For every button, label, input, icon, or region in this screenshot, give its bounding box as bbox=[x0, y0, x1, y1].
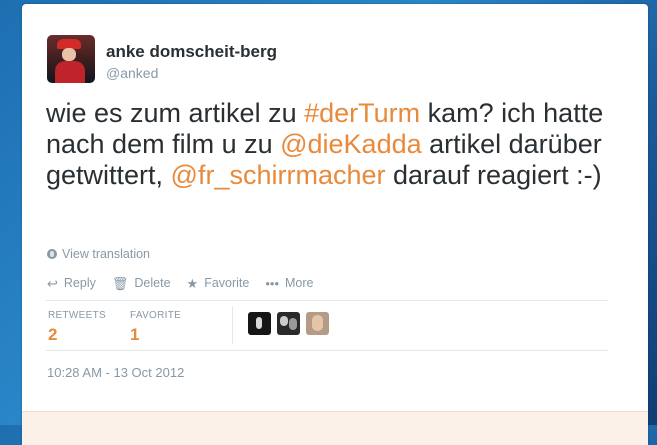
favoriter-avatars bbox=[248, 312, 329, 335]
delete-button[interactable]: 🗑︎ Delete bbox=[112, 276, 171, 290]
reply-box[interactable] bbox=[22, 411, 648, 445]
retweets-label: RETWEETS bbox=[48, 310, 106, 321]
tweet-text-part: wie es zum artikel zu bbox=[46, 98, 305, 128]
tweet-card: anke domscheit-berg @anked wie es zum ar… bbox=[22, 4, 648, 445]
more-label: More bbox=[285, 276, 314, 290]
delete-label: Delete bbox=[134, 276, 171, 290]
favoriter-avatar[interactable] bbox=[277, 312, 300, 335]
reply-label: Reply bbox=[63, 276, 96, 290]
favoriter-avatar[interactable] bbox=[306, 312, 329, 335]
tweet-stats: RETWEETS 2 FAVORITE 1 bbox=[46, 300, 608, 350]
reply-button[interactable]: ↩ Reply bbox=[47, 276, 96, 290]
hashtag-link[interactable]: #derTurm bbox=[304, 98, 420, 128]
view-translation-label: View translation bbox=[62, 247, 151, 261]
mention-link[interactable]: @dieKadda bbox=[280, 129, 422, 159]
stats-separator bbox=[232, 306, 233, 344]
favorite-button[interactable]: ★ Favorite bbox=[187, 276, 250, 290]
favorites-stat[interactable]: FAVORITE 1 bbox=[130, 310, 181, 345]
avatar-body bbox=[55, 61, 85, 83]
favorites-label: FAVORITE bbox=[130, 310, 182, 321]
tweet-actions: ↩ Reply 🗑︎ Delete ★ Favorite ••• More bbox=[47, 276, 313, 290]
divider bbox=[46, 350, 608, 351]
favorites-count: 1 bbox=[130, 325, 140, 344]
retweets-count: 2 bbox=[48, 325, 58, 344]
reply-icon: ↩ bbox=[47, 275, 58, 291]
favorite-label: Favorite bbox=[204, 276, 250, 290]
tweet-timestamp[interactable]: 10:28 AM - 13 Oct 2012 bbox=[47, 365, 184, 380]
favoriter-avatar[interactable] bbox=[248, 312, 271, 335]
ellipsis-icon: ••• bbox=[265, 275, 279, 291]
view-translation-link[interactable]: View translation bbox=[47, 247, 150, 261]
avatar-face bbox=[62, 48, 76, 61]
star-icon: ★ bbox=[186, 275, 199, 291]
retweets-stat[interactable]: RETWEETS 2 bbox=[48, 310, 106, 345]
tweet-text-part: darauf reagiert :-) bbox=[385, 160, 602, 190]
more-button[interactable]: ••• More bbox=[265, 276, 313, 290]
mention-link[interactable]: @fr_schirrmacher bbox=[171, 160, 386, 190]
author-name[interactable]: anke domscheit-berg bbox=[106, 42, 277, 62]
trash-icon: 🗑︎ bbox=[111, 275, 129, 291]
author-avatar[interactable] bbox=[47, 35, 95, 83]
author-handle[interactable]: @anked bbox=[106, 65, 158, 81]
globe-icon bbox=[47, 249, 57, 259]
tweet-text: wie es zum artikel zu #derTurm kam? ich … bbox=[46, 98, 606, 191]
